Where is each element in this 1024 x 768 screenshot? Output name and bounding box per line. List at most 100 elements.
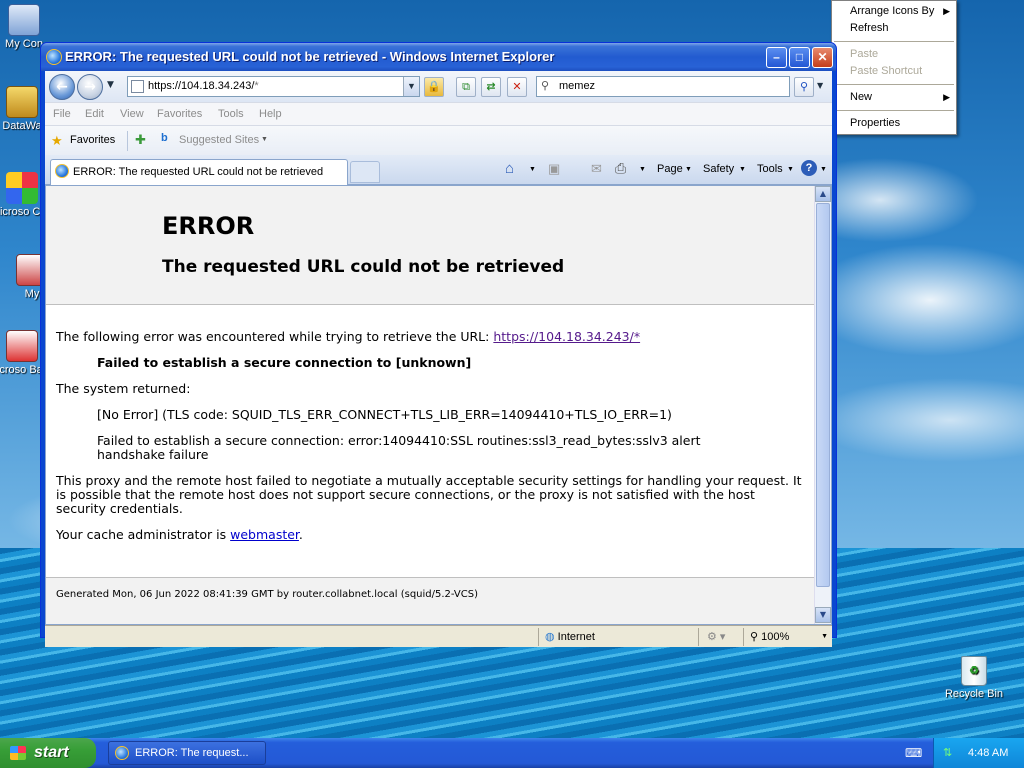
- footer-text: Generated Mon, 06 Jun 2022 08:41:39 GMT …: [56, 589, 479, 600]
- taskbar-item-ie[interactable]: ERROR: The request...: [108, 741, 266, 765]
- menu-item-properties[interactable]: Properties: [832, 115, 956, 132]
- search-options-icon[interactable]: ▼: [817, 81, 823, 90]
- menu-help[interactable]: Help: [259, 108, 282, 120]
- submenu-arrow-icon: ▶: [943, 6, 950, 16]
- desktop-icon-label: DataWa: [2, 120, 42, 132]
- page-icon: [131, 80, 144, 93]
- add-to-favorites-icon[interactable]: ✚: [135, 132, 146, 148]
- menu-separator: [834, 41, 954, 42]
- search-text: memez: [559, 80, 596, 92]
- address-dropdown-icon[interactable]: ▼: [403, 77, 419, 96]
- menu-file[interactable]: File: [53, 108, 71, 120]
- chevron-down-icon: ▼: [787, 166, 794, 173]
- keyboard-icon[interactable]: ⌨: [905, 746, 922, 760]
- tab-bar: ERROR: The requested URL could not be re…: [45, 155, 832, 185]
- address-toolbar: ← → ▼ https://104.18.34.243/* ▼ 🔒 ⧉ ⇄ ✕ …: [45, 71, 832, 102]
- menu-view[interactable]: View: [120, 108, 144, 120]
- network-icon[interactable]: ⇅: [943, 738, 952, 768]
- scroll-thumb[interactable]: [816, 203, 830, 587]
- window-title: ERROR: The requested URL could not be re…: [65, 49, 555, 64]
- zoom-control[interactable]: ⚲ 100% ▼: [743, 628, 832, 646]
- my-computer-icon: [8, 4, 40, 36]
- zone-indicator[interactable]: ◍ Internet: [538, 628, 698, 646]
- tools-menu-button[interactable]: Tools: [757, 163, 783, 175]
- compatibility-view-icon[interactable]: ⧉: [456, 77, 476, 97]
- menu-item-label: Refresh: [850, 22, 889, 34]
- home-icon[interactable]: ⌂: [505, 160, 514, 177]
- ie-taskbar-icon: [115, 746, 129, 760]
- zone-label: Internet: [557, 631, 595, 643]
- page-menu-button[interactable]: Page: [657, 163, 683, 175]
- ie-tab-icon: [55, 164, 69, 178]
- system-tray: ⇅ 4:48 AM: [933, 738, 1024, 768]
- menu-favorites[interactable]: Favorites: [157, 108, 202, 120]
- security-lock-icon[interactable]: 🔒: [424, 77, 444, 97]
- admin-prefix: Your cache administrator is: [56, 527, 227, 542]
- forward-button[interactable]: →: [77, 74, 103, 100]
- menu-edit[interactable]: Edit: [85, 108, 104, 120]
- menu-item-refresh[interactable]: Refresh: [832, 20, 956, 37]
- print-dropdown-icon[interactable]: ▼: [639, 166, 646, 173]
- print-icon[interactable]: ⎙: [615, 160, 626, 177]
- maximize-button[interactable]: □: [789, 47, 810, 68]
- feeds-icon[interactable]: ▣: [548, 161, 560, 177]
- protected-mode-icon[interactable]: ⚙ ▾: [698, 628, 743, 646]
- stop-icon[interactable]: ✕: [507, 77, 527, 97]
- clock[interactable]: 4:48 AM: [968, 738, 1008, 768]
- favorites-bar: ★ Favorites ✚ b Suggested Sites ▼: [45, 125, 832, 155]
- requested-url-link[interactable]: https://104.18.34.243/*: [493, 329, 640, 344]
- ssl-error-line-1: Failed to establish a secure connection:…: [97, 433, 701, 448]
- desktop-icon-label: Recycle Bin: [944, 688, 1004, 700]
- help-dropdown-icon[interactable]: ▼: [820, 166, 827, 173]
- web-content: ERROR The requested URL could not be ret…: [45, 185, 832, 625]
- zoom-icon: ⚲: [750, 631, 759, 643]
- menu-item-label: Paste: [850, 48, 879, 60]
- menu-bar: File Edit View Favorites Tools Help: [45, 102, 832, 125]
- menu-item-label: Properties: [850, 117, 901, 129]
- tab-active[interactable]: ERROR: The requested URL could not be re…: [50, 159, 348, 185]
- search-input[interactable]: ⚲ memez: [536, 76, 790, 97]
- zoom-dropdown-icon: ▼: [821, 633, 828, 640]
- refresh-icon[interactable]: ⇄: [481, 77, 501, 97]
- address-host: https://104.18.34.243/: [148, 80, 255, 92]
- failure-message: Failed to establish a secure connection …: [97, 355, 472, 370]
- help-icon[interactable]: ?: [801, 160, 817, 176]
- page-footer: Generated Mon, 06 Jun 2022 08:41:39 GMT …: [46, 577, 816, 624]
- intro-text: The following error was encountered whil…: [56, 329, 490, 344]
- menu-item-paste-shortcut: Paste Shortcut: [832, 63, 956, 80]
- desktop-icon-recycle-bin[interactable]: ♻ Recycle Bin: [934, 656, 1014, 700]
- start-label: start: [34, 744, 69, 761]
- menu-item-new[interactable]: New ▶: [832, 89, 956, 106]
- explanation-line-2: is possible that the remote host does no…: [56, 487, 755, 502]
- admin-line: Your cache administrator is webmaster.: [56, 528, 303, 542]
- suggested-sites-button[interactable]: Suggested Sites: [179, 134, 259, 146]
- scroll-down-icon[interactable]: ▼: [815, 607, 831, 623]
- zoom-level: 100%: [761, 631, 790, 643]
- search-go-icon[interactable]: ⚲: [794, 77, 814, 97]
- start-button[interactable]: start: [0, 738, 96, 768]
- minimize-button[interactable]: –: [766, 47, 787, 68]
- home-dropdown-icon[interactable]: ▼: [529, 166, 536, 173]
- menu-item-arrange-icons[interactable]: Arrange Icons By ▶: [832, 3, 956, 20]
- windows-logo-icon: [10, 746, 26, 760]
- back-button[interactable]: ←: [49, 74, 75, 100]
- window-titlebar[interactable]: ERROR: The requested URL could not be re…: [41, 43, 836, 71]
- recent-pages-dropdown-icon[interactable]: ▼: [107, 80, 114, 90]
- new-tab-button[interactable]: [350, 161, 380, 183]
- address-path: *: [254, 80, 259, 92]
- taskbar-item-label: ERROR: The request...: [135, 747, 249, 759]
- scroll-up-icon[interactable]: ▲: [815, 186, 831, 202]
- desktop-icon-label: My: [24, 288, 40, 300]
- tab-title: ERROR: The requested URL could not be re…: [73, 166, 324, 178]
- close-button[interactable]: ✕: [812, 47, 833, 68]
- vertical-scrollbar[interactable]: ▲ ▼: [814, 186, 831, 624]
- address-bar[interactable]: https://104.18.34.243/* ▼: [127, 76, 420, 97]
- menu-tools[interactable]: Tools: [218, 108, 244, 120]
- read-mail-icon[interactable]: ✉: [591, 161, 602, 177]
- safety-menu-button[interactable]: Safety: [703, 163, 734, 175]
- webmaster-link[interactable]: webmaster: [230, 527, 299, 542]
- taskbar: start ERROR: The request... ⌨ ⇅ 4:48 AM: [0, 738, 1024, 768]
- menu-item-paste: Paste: [832, 46, 956, 63]
- favorites-button[interactable]: Favorites: [70, 134, 115, 146]
- bing-icon: b: [161, 132, 168, 144]
